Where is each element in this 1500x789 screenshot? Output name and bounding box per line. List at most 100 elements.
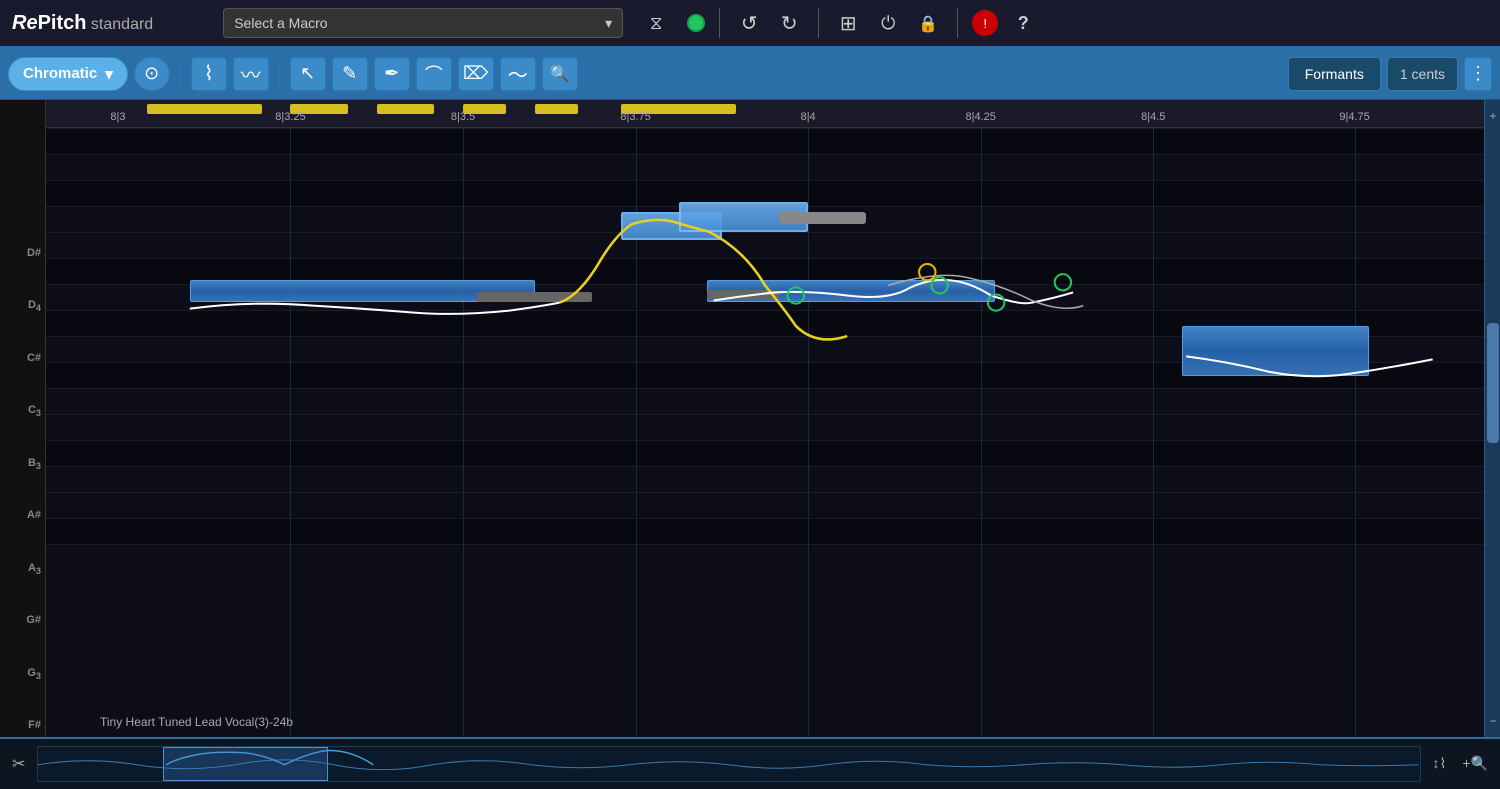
grid-row-f3: [46, 388, 1484, 414]
wavy-tool-button[interactable]: 〰: [233, 57, 269, 91]
power-button[interactable]: [873, 8, 903, 38]
options-icon: ⋮: [1469, 63, 1487, 84]
filter-icon: ⧖: [650, 13, 663, 34]
zoom-horizontal-icon: +🔍: [1462, 755, 1488, 771]
alert-button[interactable]: !: [972, 10, 998, 36]
zoom-waveform-icon: ↕⌇: [1433, 755, 1447, 771]
redo-icon: [781, 11, 798, 36]
pencil-tool-button[interactable]: ✎: [332, 57, 368, 91]
logo-pitch: Pitch: [38, 12, 87, 34]
minimap-controls: ↕⌇ +🔍: [1429, 751, 1492, 777]
minimap-bar: ✂ ↕⌇ +🔍: [0, 737, 1500, 789]
note-block-g3[interactable]: [1182, 326, 1369, 376]
vibrato-icon: 〜: [508, 59, 528, 88]
select-icon: ↖: [300, 63, 315, 84]
timeline-marker-845: 8|4.5: [1141, 111, 1165, 123]
bezier-icon: ⌒: [425, 61, 443, 87]
grid-button[interactable]: [833, 8, 863, 38]
main-area: D# D4 C# C3 B3 A# A3 G# G3 F# F3 8|3 8|3…: [0, 100, 1500, 737]
app-logo: RePitch standard: [12, 12, 153, 35]
note-label-a3: A3: [28, 563, 41, 576]
zoom-plus-icon[interactable]: +: [1487, 106, 1499, 126]
undo-button[interactable]: [734, 8, 764, 38]
search-icon: 🔍: [550, 64, 570, 84]
lock-button[interactable]: [913, 8, 943, 38]
timeline-marker-9475: 9|4.75: [1339, 111, 1369, 123]
filter-icon-btn[interactable]: ⧖: [641, 8, 671, 38]
piano-roll-labels: D# D4 C# C3 B3 A# A3 G# G3 F# F3: [0, 100, 46, 737]
zoom-waveform-button[interactable]: ↕⌇: [1429, 751, 1451, 777]
grid-row-b3: [46, 232, 1484, 258]
pitch-grid[interactable]: Tiny Heart Tuned Lead Vocal(3)-24b: [46, 128, 1484, 737]
note-label-gsharp: G#: [26, 615, 41, 626]
status-indicator: [687, 14, 705, 32]
grid-container: 8|3 8|3.25 8|3.5 8|3.75 8|4 8|4.25 8|4.5…: [46, 100, 1484, 737]
search-tool-button[interactable]: 🔍: [542, 57, 578, 91]
waveform-icon: ⌇: [204, 61, 214, 86]
separator-2: [818, 8, 819, 38]
vline-7: [1355, 128, 1356, 737]
snap-icon: ⊙: [144, 63, 159, 84]
header-bar: RePitch standard Select a Macro ▾ ⧖ !: [0, 0, 1500, 48]
select-tool-button[interactable]: ↖: [290, 57, 326, 91]
timeline-marker-8325: 8|3.25: [275, 111, 305, 123]
vibrato-tool-button[interactable]: 〜: [500, 57, 536, 91]
tool-sep-2: [279, 59, 280, 89]
timeline: 8|3 8|3.25 8|3.5 8|3.75 8|4 8|4.25 8|4.5…: [46, 100, 1484, 128]
grid-row-extra2: [46, 466, 1484, 492]
note-handle-rod[interactable]: [779, 212, 865, 224]
note-block-gray-2[interactable]: [707, 290, 779, 300]
pen-tool-button[interactable]: ✒: [374, 57, 410, 91]
toolbar-right: Formants 1 cents ⋮: [1288, 57, 1492, 91]
note-block-gray-1[interactable]: [477, 292, 592, 302]
undo-icon: [741, 11, 758, 36]
note-label-fsharp: F#: [28, 720, 41, 731]
grid-row-dsharp: [46, 128, 1484, 154]
timeline-marker-84: 8|4: [801, 111, 816, 123]
eraser-tool-button[interactable]: ⌦: [458, 57, 494, 91]
track-name-label: Tiny Heart Tuned Lead Vocal(3)-24b: [100, 715, 293, 729]
timeline-marker-8375: 8|3.75: [620, 111, 650, 123]
note-label-b3: B3: [28, 458, 41, 471]
scissors-icon: ✂: [12, 756, 25, 773]
grid-row-extra1: [46, 440, 1484, 466]
pen-icon: ✒: [384, 63, 399, 84]
snap-to-scale-button[interactable]: ⊙: [134, 57, 170, 91]
scale-selector[interactable]: Chromatic ▾: [8, 57, 128, 91]
power-icon: [881, 13, 895, 34]
vline-2: [463, 128, 464, 737]
macro-selector[interactable]: Select a Macro ▾: [223, 8, 623, 38]
help-button[interactable]: [1008, 8, 1038, 38]
macro-chevron: ▾: [605, 15, 612, 32]
grid-row-extra5: [46, 544, 1484, 737]
pencil-icon: ✎: [342, 63, 357, 84]
help-icon: [1018, 13, 1029, 34]
vline-5: [981, 128, 982, 737]
note-label-dsharp: D#: [27, 248, 41, 259]
options-button[interactable]: ⋮: [1464, 57, 1492, 91]
note-label-g3: G3: [27, 668, 41, 681]
separator-1: [719, 8, 720, 38]
cut-button[interactable]: ✂: [8, 750, 29, 778]
redo-button[interactable]: [774, 8, 804, 38]
zoom-horizontal-button[interactable]: +🔍: [1458, 751, 1492, 777]
minimap-track[interactable]: [37, 746, 1420, 782]
timeline-segment-5: [535, 104, 578, 114]
note-label-csharp: C#: [27, 353, 41, 364]
scrollbar-thumb[interactable]: [1487, 323, 1499, 443]
timeline-marker-835: 8|3.5: [451, 111, 475, 123]
track-name-text: Tiny Heart Tuned Lead Vocal(3)-24b: [100, 715, 293, 729]
minimap-viewport[interactable]: [163, 747, 329, 781]
formants-button[interactable]: Formants: [1288, 57, 1381, 91]
toolbar: Chromatic ▾ ⊙ ⌇ 〰 ↖ ✎ ✒ ⌒ ⌦ 〜 🔍 Formants…: [0, 48, 1500, 100]
right-scrollbar[interactable]: + −: [1484, 100, 1500, 737]
bezier-tool-button[interactable]: ⌒: [416, 57, 452, 91]
logo-standard: standard: [86, 16, 153, 33]
lock-icon: [918, 13, 938, 34]
zoom-minus-icon[interactable]: −: [1487, 711, 1499, 731]
macro-label: Select a Macro: [234, 15, 327, 31]
waveform-tool-button[interactable]: ⌇: [191, 57, 227, 91]
formants-label: Formants: [1305, 66, 1364, 82]
note-label-c3: C3: [28, 405, 41, 418]
scale-label: Chromatic: [23, 65, 97, 82]
